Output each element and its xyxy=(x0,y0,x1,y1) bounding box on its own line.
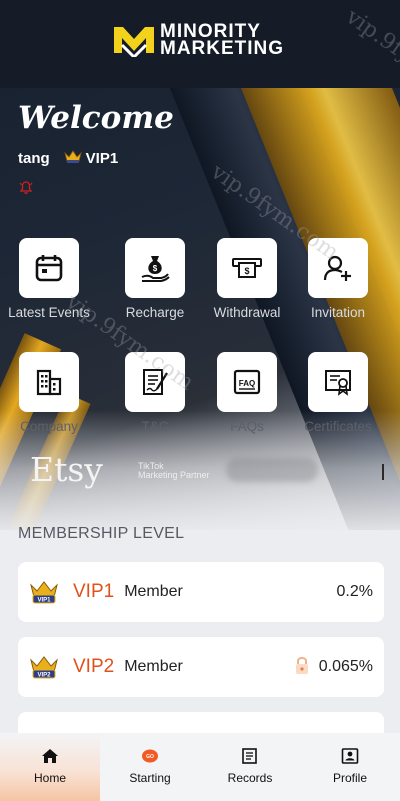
profile-icon xyxy=(341,748,359,764)
tiktok-logo: TikTok Marketing Partner xyxy=(138,462,210,480)
nav-label: Starting xyxy=(129,771,171,785)
calendar-icon xyxy=(35,255,63,282)
bottom-navigation: Home GO Starting Records Profile xyxy=(0,733,400,801)
action-withdrawal[interactable]: $ Withdrawal xyxy=(203,238,291,320)
partner-brands-carousel[interactable]: Etsy TikTok Marketing Partner xyxy=(0,448,400,498)
action-tile[interactable] xyxy=(19,238,79,298)
buildings-icon xyxy=(36,369,62,396)
app-header: MINORITY MARKETING xyxy=(0,0,400,88)
vip-crown-icon: VIP1 xyxy=(30,581,58,604)
contract-icon xyxy=(143,369,168,395)
svg-text:$: $ xyxy=(244,266,249,276)
notification-bell-icon[interactable] xyxy=(19,180,33,200)
action-tile[interactable]: $ xyxy=(217,238,277,298)
user-vip-level: VIP1 xyxy=(85,150,119,167)
vip-level-rate: 0.2% xyxy=(336,583,373,600)
starting-icon: GO xyxy=(142,749,158,763)
home-icon xyxy=(42,749,58,763)
action-label: Recharge xyxy=(125,305,185,320)
nav-records[interactable]: Records xyxy=(200,733,300,801)
action-invitation[interactable]: Invitation xyxy=(294,238,382,320)
svg-text:$: $ xyxy=(153,264,158,273)
vip-level-role: Member xyxy=(124,583,183,600)
cash-withdraw-icon: $ xyxy=(232,258,262,278)
action-tile[interactable] xyxy=(308,238,368,298)
etsy-logo: Etsy xyxy=(30,450,103,489)
action-tile[interactable] xyxy=(19,352,79,412)
action-tile[interactable] xyxy=(308,352,368,412)
membership-section-title: MEMBERSHIP LEVEL xyxy=(18,525,185,542)
vip-level-name: VIP2 xyxy=(73,656,115,677)
action-label: Invitation xyxy=(310,305,366,320)
action-tile[interactable]: $ xyxy=(125,238,185,298)
membership-card-vip2[interactable]: VIP2 VIP2 Member 0.065% xyxy=(18,637,384,697)
membership-card-vip1[interactable]: VIP1 VIP1 Member 0.2% xyxy=(18,562,384,622)
partner-logo-blurred xyxy=(226,458,318,482)
action-terms[interactable]: T&C xyxy=(111,352,199,434)
vip-crown-icon: VIP2 xyxy=(30,656,58,679)
username: tang xyxy=(18,150,50,167)
brand-name: MINORITY MARKETING xyxy=(160,22,285,59)
action-label: T&C xyxy=(141,419,169,434)
nav-profile[interactable]: Profile xyxy=(300,733,400,801)
tiktok-logo-line2: Marketing Partner xyxy=(138,470,210,480)
carousel-indicator xyxy=(382,464,384,480)
user-info: tang VIP1 xyxy=(18,149,118,168)
vip-level-name: VIP1 xyxy=(73,581,115,602)
action-latest-events[interactable]: Latest Events xyxy=(5,238,93,320)
svg-text:VIP1: VIP1 xyxy=(37,598,51,604)
welcome-heading: Welcome xyxy=(18,100,174,136)
nav-label: Home xyxy=(33,771,66,785)
certificate-icon xyxy=(325,370,351,396)
action-recharge[interactable]: $ Recharge xyxy=(111,238,199,320)
vip-level-role: Member xyxy=(124,658,183,675)
faq-icon: FAQ xyxy=(233,369,261,395)
logo-mark-icon xyxy=(112,23,156,60)
action-label: Withdrawal xyxy=(213,305,281,320)
nav-home[interactable]: Home xyxy=(0,733,100,801)
action-company[interactable]: Company xyxy=(5,352,93,434)
add-user-icon xyxy=(323,255,351,281)
svg-text:FAQ: FAQ xyxy=(239,379,255,388)
svg-text:GO: GO xyxy=(146,754,154,760)
money-bag-icon: $ xyxy=(141,256,170,282)
brand-name-line2: MARKETING xyxy=(160,38,285,59)
action-label: Certificates xyxy=(304,419,372,434)
svg-text:VIP2: VIP2 xyxy=(37,673,51,679)
records-icon xyxy=(242,748,257,764)
action-tile[interactable] xyxy=(125,352,185,412)
lock-icon xyxy=(294,655,310,680)
action-label: FAQs xyxy=(230,419,264,434)
action-label: Latest Events xyxy=(8,305,90,320)
action-certificates[interactable]: Certificates xyxy=(294,352,382,434)
nav-label: Records xyxy=(227,771,273,785)
vip-crown-icon xyxy=(63,149,82,168)
action-faqs[interactable]: FAQ FAQs xyxy=(203,352,291,434)
vip-level-rate: 0.065% xyxy=(318,658,373,675)
brand-logo[interactable]: MINORITY MARKETING xyxy=(112,22,285,60)
nav-label: Profile xyxy=(332,771,367,785)
action-tile[interactable]: FAQ xyxy=(217,352,277,412)
nav-starting[interactable]: GO Starting xyxy=(100,733,200,801)
action-label: Company xyxy=(20,419,78,434)
